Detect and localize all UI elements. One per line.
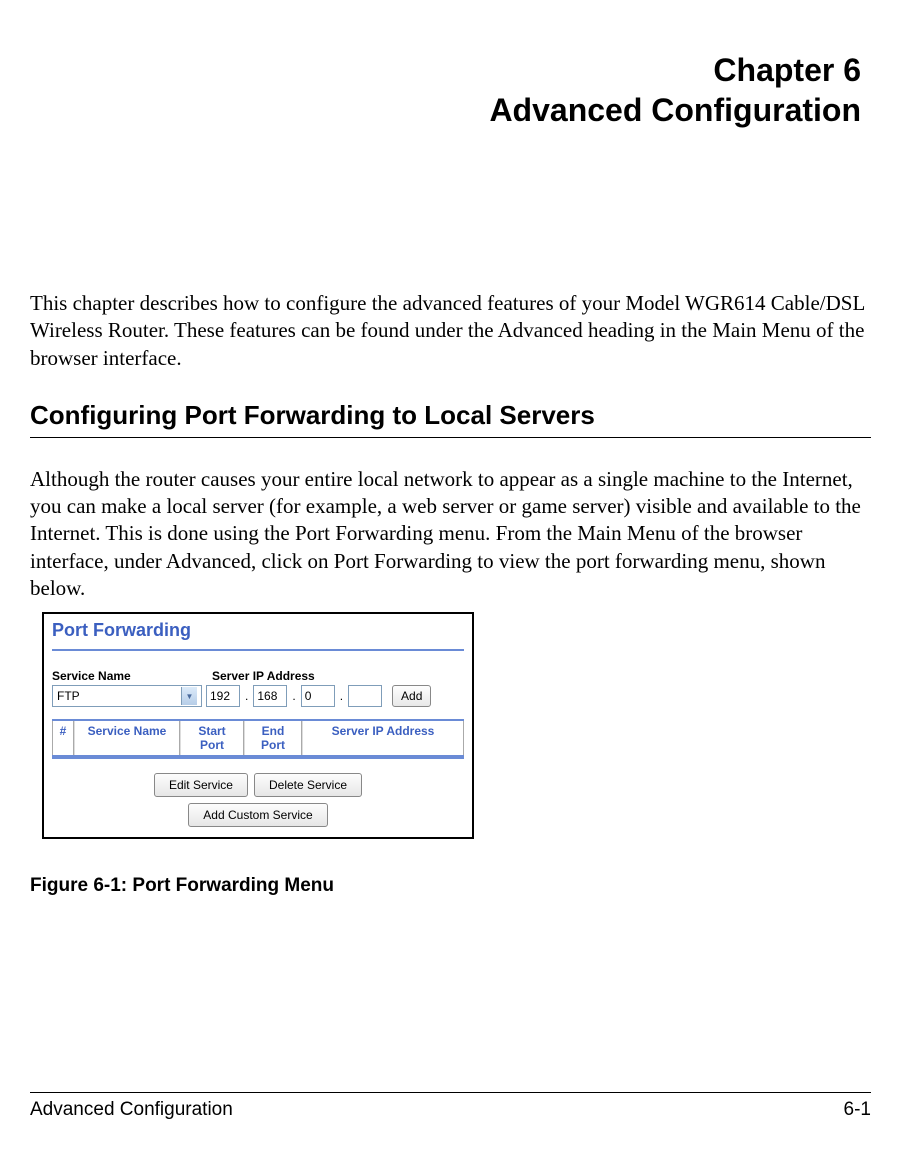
button-group: Edit Service Delete Service Add Custom S… <box>52 773 464 827</box>
field-labels-row: Service Name Server IP Address <box>52 669 464 683</box>
table-header-row: # Service Name Start Port End Port Serve… <box>52 721 464 757</box>
ip-octet-3-input[interactable] <box>301 685 335 707</box>
panel-title: Port Forwarding <box>52 618 464 651</box>
button-row-2: Add Custom Service <box>188 803 327 827</box>
figure-caption: Figure 6-1: Port Forwarding Menu <box>30 875 871 897</box>
port-forwarding-panel: Port Forwarding Service Name Server IP A… <box>42 612 474 839</box>
service-name-value: FTP <box>57 689 80 703</box>
ip-octet-1-input[interactable] <box>206 685 240 707</box>
forwarding-table: # Service Name Start Port End Port Serve… <box>52 719 464 759</box>
ip-octet-2-input[interactable] <box>253 685 287 707</box>
service-name-select[interactable]: FTP ▼ <box>52 685 202 707</box>
ip-dot: . <box>244 689 249 703</box>
section-heading: Configuring Port Forwarding to Local Ser… <box>30 400 871 438</box>
chapter-heading: Chapter 6 Advanced Configuration <box>30 50 861 130</box>
service-name-label: Service Name <box>52 669 212 683</box>
th-service-name: Service Name <box>74 721 180 755</box>
intro-paragraph: This chapter describes how to configure … <box>30 290 871 372</box>
page-footer: Advanced Configuration 6-1 <box>30 1092 871 1121</box>
delete-service-button[interactable]: Delete Service <box>254 773 362 797</box>
button-row-1: Edit Service Delete Service <box>154 773 362 797</box>
server-ip-label: Server IP Address <box>212 669 464 683</box>
section-body: Although the router causes your entire l… <box>30 466 871 602</box>
ip-dot: . <box>291 689 296 703</box>
chevron-down-icon: ▼ <box>181 687 197 705</box>
ip-dot: . <box>339 689 344 703</box>
th-end-port: End Port <box>244 721 302 755</box>
chapter-title: Advanced Configuration <box>30 90 861 130</box>
footer-left: Advanced Configuration <box>30 1099 233 1121</box>
add-button[interactable]: Add <box>392 685 431 707</box>
th-start-port: Start Port <box>180 721 244 755</box>
th-number: # <box>52 721 74 755</box>
footer-page-number: 6-1 <box>844 1099 871 1121</box>
add-custom-service-button[interactable]: Add Custom Service <box>188 803 327 827</box>
chapter-label: Chapter 6 <box>30 50 861 90</box>
input-row: FTP ▼ . . . Add <box>52 685 464 707</box>
ip-octet-4-input[interactable] <box>348 685 382 707</box>
th-server-ip: Server IP Address <box>302 721 464 755</box>
edit-service-button[interactable]: Edit Service <box>154 773 248 797</box>
figure-container: Port Forwarding Service Name Server IP A… <box>42 612 871 839</box>
